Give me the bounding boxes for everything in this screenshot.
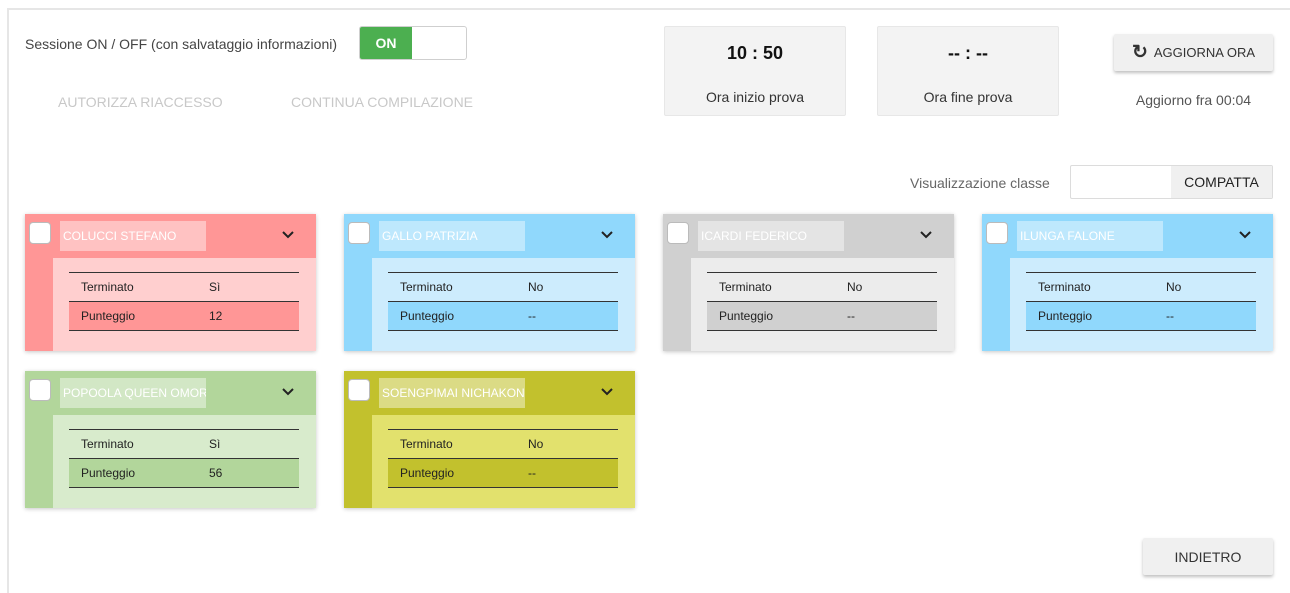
score-row: Punteggio --: [707, 302, 937, 331]
authorize-reaccess-button[interactable]: AUTORIZZA RIACCESSO: [58, 94, 223, 110]
chevron-down-icon[interactable]: [1236, 226, 1254, 244]
student-select-checkbox[interactable]: [29, 222, 51, 244]
score-row: Punteggio --: [1026, 302, 1256, 331]
terminated-value: No: [528, 437, 544, 451]
session-toggle-label: Sessione ON / OFF (con salvataggio infor…: [25, 36, 338, 52]
student-info-table: Terminato No Punteggio --: [1026, 272, 1256, 331]
terminated-label: Terminato: [719, 280, 772, 294]
student-info-table: Terminato Sì Punteggio 12: [69, 272, 299, 331]
student-card[interactable]: COLUCCI STEFANO Terminato Sì Punteggio 1…: [25, 214, 316, 351]
end-time-card: -- : -- Ora fine prova: [877, 26, 1059, 116]
score-row: Punteggio --: [388, 459, 618, 488]
chevron-down-icon[interactable]: [279, 383, 297, 401]
score-value: --: [528, 309, 536, 323]
student-name-field[interactable]: SOENGPIMAI NICHAKON: [379, 378, 525, 408]
score-label: Punteggio: [719, 309, 774, 323]
score-value: --: [847, 309, 855, 323]
chevron-down-icon[interactable]: [598, 383, 616, 401]
start-time-value: 10 : 50: [726, 43, 784, 63]
end-time-value: -- : --: [948, 43, 988, 63]
back-button[interactable]: INDIETRO: [1143, 538, 1273, 575]
score-row: Punteggio --: [388, 302, 618, 331]
student-name-field[interactable]: GALLO PATRIZIA: [379, 221, 525, 251]
terminated-value: Sì: [209, 280, 221, 294]
student-select-checkbox[interactable]: [986, 222, 1008, 244]
start-time-caption: Ora inizio prova: [705, 89, 805, 105]
score-label: Punteggio: [81, 309, 136, 323]
student-name-field[interactable]: ILUNGA FALONE: [1017, 221, 1163, 251]
terminated-row: Terminato No: [1026, 273, 1256, 302]
student-select-checkbox[interactable]: [348, 222, 370, 244]
student-info-table: Terminato No Punteggio --: [388, 272, 618, 331]
student-select-checkbox[interactable]: [348, 379, 370, 401]
score-label: Punteggio: [1038, 309, 1093, 323]
class-view-switch[interactable]: COMPATTA: [1070, 165, 1273, 199]
terminated-row: Terminato No: [707, 273, 937, 302]
student-info-table: Terminato Sì Punteggio 56: [69, 429, 299, 488]
student-info-table: Terminato No Punteggio --: [707, 272, 937, 331]
terminated-value: No: [1166, 280, 1182, 294]
student-card[interactable]: POPOOLA QUEEN OMOROWA Terminato Sì Punte…: [25, 371, 316, 508]
continue-compilation-button[interactable]: CONTINUA COMPILAZIONE: [291, 94, 473, 110]
student-name-field[interactable]: ICARDI FEDERICO: [698, 221, 844, 251]
student-card[interactable]: ICARDI FEDERICO Terminato No Punteggio -…: [663, 214, 954, 351]
student-select-checkbox[interactable]: [667, 222, 689, 244]
terminated-label: Terminato: [1038, 280, 1091, 294]
terminated-value: No: [847, 280, 863, 294]
terminated-row: Terminato No: [388, 430, 618, 459]
class-view-label: Visualizzazione classe: [910, 175, 1050, 191]
terminated-row: Terminato Sì: [69, 430, 299, 459]
score-row: Punteggio 12: [69, 302, 299, 331]
student-select-checkbox[interactable]: [29, 379, 51, 401]
session-toggle-on-state: ON: [360, 27, 412, 59]
session-toggle[interactable]: ON: [359, 26, 467, 60]
student-name-field[interactable]: POPOOLA QUEEN OMOROWA: [60, 378, 206, 408]
refresh-icon: ↻: [1131, 42, 1148, 63]
score-value: 56: [209, 466, 223, 480]
score-value: --: [528, 466, 536, 480]
terminated-label: Terminato: [400, 280, 453, 294]
refresh-time-button[interactable]: ↻ AGGIORNA ORA: [1114, 34, 1273, 71]
start-time-card: 10 : 50 Ora inizio prova: [664, 26, 846, 116]
score-value: --: [1166, 309, 1174, 323]
terminated-value: No: [528, 280, 544, 294]
score-label: Punteggio: [400, 309, 455, 323]
end-time-caption: Ora fine prova: [923, 89, 1013, 105]
terminated-row: Terminato Sì: [69, 273, 299, 302]
refresh-countdown: Aggiorno fra 00:04: [1135, 92, 1252, 108]
student-card[interactable]: ILUNGA FALONE Terminato No Punteggio --: [982, 214, 1273, 351]
refresh-time-label: AGGIORNA ORA: [1153, 45, 1256, 60]
student-name-field[interactable]: COLUCCI STEFANO: [60, 221, 206, 251]
terminated-label: Terminato: [81, 280, 134, 294]
student-card[interactable]: SOENGPIMAI NICHAKON Terminato No Puntegg…: [344, 371, 635, 508]
chevron-down-icon[interactable]: [598, 226, 616, 244]
score-row: Punteggio 56: [69, 459, 299, 488]
terminated-label: Terminato: [400, 437, 453, 451]
terminated-value: Sì: [209, 437, 221, 451]
score-value: 12: [209, 309, 223, 323]
score-label: Punteggio: [81, 466, 136, 480]
terminated-label: Terminato: [81, 437, 134, 451]
student-info-table: Terminato No Punteggio --: [388, 429, 618, 488]
terminated-row: Terminato No: [388, 273, 618, 302]
chevron-down-icon[interactable]: [279, 226, 297, 244]
score-label: Punteggio: [400, 466, 455, 480]
chevron-down-icon[interactable]: [917, 226, 935, 244]
student-card[interactable]: GALLO PATRIZIA Terminato No Punteggio --: [344, 214, 635, 351]
compact-view-option[interactable]: COMPATTA: [1171, 166, 1272, 198]
